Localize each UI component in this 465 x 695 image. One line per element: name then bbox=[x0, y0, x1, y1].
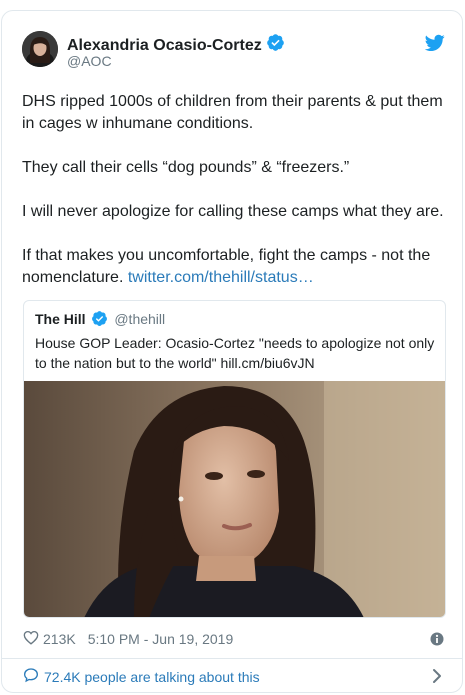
quoted-header: The Hill @thehill bbox=[35, 310, 165, 330]
chevron-right-icon[interactable] bbox=[431, 668, 443, 684]
verified-badge-icon bbox=[91, 310, 108, 330]
tweet-text: DHS ripped 1000s of children from their … bbox=[22, 91, 452, 289]
author-name-text[interactable]: Alexandria Ocasio-Cortez bbox=[67, 37, 262, 54]
tweet-paragraph: I will never apologize for calling these… bbox=[22, 203, 444, 220]
tweet-card: Alexandria Ocasio-Cortez @AOC DHS ripped… bbox=[1, 10, 463, 693]
quoted-author-name: The Hill bbox=[35, 311, 86, 327]
quoted-author-handle: @thehill bbox=[114, 311, 166, 327]
tweet-paragraph: They call their cells “dog pounds” & “fr… bbox=[22, 159, 350, 176]
quoted-photo[interactable] bbox=[24, 381, 445, 617]
quoted-tweet[interactable]: The Hill @thehill House GOP Leader: Ocas… bbox=[23, 300, 446, 618]
quoted-text: House GOP Leader: Ocasio-Cortez "needs t… bbox=[35, 335, 435, 371]
tweet-paragraph: DHS ripped 1000s of children from their … bbox=[22, 93, 443, 132]
timestamp[interactable]: 5:10 PM - Jun 19, 2019 bbox=[88, 631, 234, 647]
heart-icon[interactable] bbox=[23, 630, 39, 648]
verified-badge-icon bbox=[266, 33, 285, 57]
twitter-bird-icon[interactable] bbox=[424, 34, 445, 52]
speech-bubble-icon bbox=[23, 667, 39, 686]
footer-divider bbox=[2, 658, 462, 659]
author-handle[interactable]: @AOC bbox=[67, 53, 112, 69]
tweet-link[interactable]: twitter.com/thehill/status… bbox=[128, 269, 314, 286]
tweet-paragraph: If that makes you uncomfortable, fight t… bbox=[22, 245, 452, 289]
tweet-meta: 213K 5:10 PM - Jun 19, 2019 bbox=[23, 630, 233, 648]
like-count[interactable]: 213K bbox=[43, 631, 76, 647]
info-icon[interactable] bbox=[430, 632, 444, 646]
talking-text[interactable]: 72.4K people are talking about this bbox=[44, 669, 260, 685]
talking-link[interactable]: 72.4K people are talking about this bbox=[23, 667, 260, 686]
avatar[interactable] bbox=[22, 31, 58, 67]
